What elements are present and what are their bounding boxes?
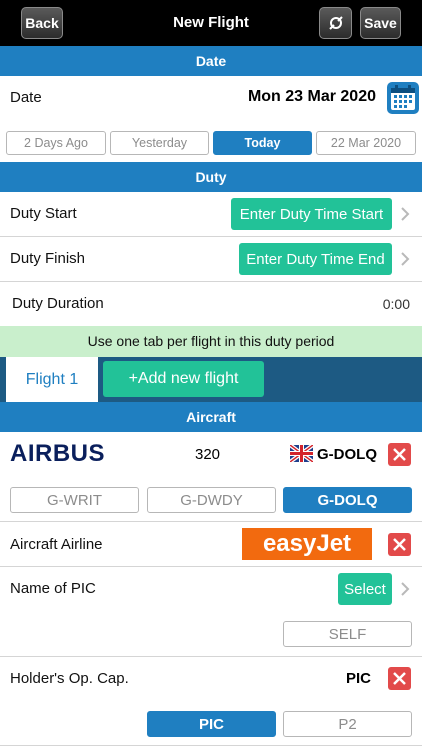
select-pic-button[interactable]: Select <box>338 573 392 605</box>
tab-hint: Use one tab per flight in this duty peri… <box>0 326 422 357</box>
duty-duration-value: 0:00 <box>382 296 410 312</box>
divider <box>0 281 422 282</box>
recent-reg-g-writ[interactable]: G-WRIT <box>10 487 139 513</box>
delete-airline-button[interactable] <box>388 533 411 556</box>
back-button[interactable]: Back <box>21 7 63 39</box>
op-cap-label: Holder's Op. Cap. <box>10 670 129 687</box>
duty-section-header: Duty <box>0 162 422 192</box>
delete-aircraft-button[interactable] <box>388 443 411 466</box>
add-flight-button[interactable]: +Add new flight <box>103 361 264 397</box>
chevron-right-icon <box>401 582 410 596</box>
calendar-button[interactable] <box>387 82 419 114</box>
aircraft-type: 320 <box>195 446 221 463</box>
op-cap-p2[interactable]: P2 <box>283 711 412 737</box>
divider <box>0 521 422 522</box>
recent-reg-g-dwdy[interactable]: G-DWDY <box>147 487 276 513</box>
duty-start-button[interactable]: Enter Duty Time Start <box>231 198 392 230</box>
duty-finish-button[interactable]: Enter Duty Time End <box>239 243 392 275</box>
op-cap-pic[interactable]: PIC <box>147 711 276 737</box>
aircraft-airline-label: Aircraft Airline <box>10 536 103 553</box>
aircraft-registration: G-DOLQ <box>317 446 377 463</box>
close-icon <box>393 448 406 461</box>
chevron-right-icon <box>401 207 410 221</box>
save-button[interactable]: Save <box>360 7 401 39</box>
quick-date-today[interactable]: Today <box>213 131 312 155</box>
page-title: New Flight <box>173 14 249 31</box>
date-label: Date <box>10 89 42 106</box>
self-button[interactable]: SELF <box>283 621 412 647</box>
divider <box>0 745 422 746</box>
aircraft-section-header: Aircraft <box>0 402 422 432</box>
quick-date-2-days-ago[interactable]: 2 Days Ago <box>6 131 106 155</box>
tools-icon <box>328 16 343 30</box>
divider <box>0 566 422 567</box>
tab-flight-1[interactable]: Flight 1 <box>6 357 98 402</box>
duty-start-label: Duty Start <box>10 205 77 222</box>
date-value[interactable]: Mon 23 Mar 2020 <box>248 88 376 106</box>
pic-name-label: Name of PIC <box>10 580 96 597</box>
quick-date-specific[interactable]: 22 Mar 2020 <box>316 131 416 155</box>
nav-bar: New Flight Back Save <box>0 0 422 46</box>
easyjet-logo: easyJet <box>242 528 372 560</box>
duty-finish-label: Duty Finish <box>10 250 86 267</box>
quick-date-yesterday[interactable]: Yesterday <box>110 131 209 155</box>
delete-op-cap-button[interactable] <box>388 667 411 690</box>
date-section-header: Date <box>0 46 422 76</box>
uk-flag-icon <box>290 445 313 462</box>
airbus-logo: AIRBUS <box>10 440 106 467</box>
divider <box>0 236 422 237</box>
close-icon <box>393 672 406 685</box>
divider <box>0 656 422 657</box>
calendar-icon <box>391 85 415 110</box>
chevron-right-icon <box>401 252 410 266</box>
tools-button[interactable] <box>319 7 352 39</box>
op-cap-value: PIC <box>346 670 372 687</box>
duty-duration-label: Duty Duration <box>12 295 104 312</box>
close-icon <box>393 538 406 551</box>
recent-reg-g-dolq[interactable]: G-DOLQ <box>283 487 412 513</box>
